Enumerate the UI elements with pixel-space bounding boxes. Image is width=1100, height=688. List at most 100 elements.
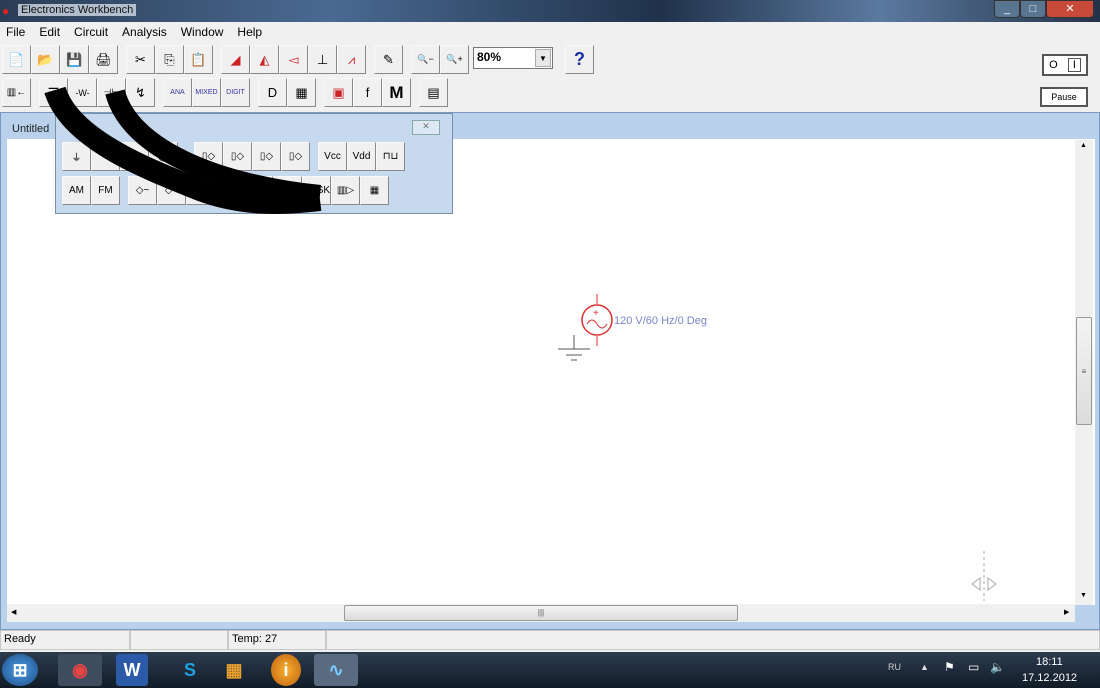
power-off-label: O — [1049, 59, 1058, 71]
menu-window[interactable]: Window — [181, 25, 224, 39]
part-fm-source[interactable]: FM — [91, 176, 120, 205]
part-clock[interactable]: ⊓⊔ — [376, 142, 405, 171]
copy-button[interactable]: ⎘ — [155, 45, 184, 74]
status-bar: Ready Temp: 27 — [0, 630, 1100, 652]
part-ac-current-source[interactable]: ◯ — [149, 142, 178, 171]
main-toolbar: 📄 📂 💾 🖨 ✂ ⎘ 📋 ◢ ◭ ◅ ⊥ ⩘ ✎ 🔍− 🔍+ 80% ▼ ? — [2, 45, 594, 75]
help-button[interactable]: ? — [565, 45, 594, 74]
chevron-down-icon[interactable]: ▼ — [535, 49, 551, 67]
taskbar-info[interactable]: i — [271, 654, 301, 686]
taskbar-skype[interactable]: S — [168, 654, 212, 686]
part-fm-vcosc[interactable]: ◇~ — [128, 176, 157, 205]
status-blank — [130, 630, 228, 650]
menu-analysis[interactable]: Analysis — [122, 25, 167, 39]
vertical-scrollbar[interactable]: ▲ ≡ ▼ — [1075, 140, 1093, 605]
controls-bin-button[interactable]: f — [353, 78, 382, 107]
save-button[interactable]: 💾 — [60, 45, 89, 74]
taskbar-electronics-workbench[interactable]: ∿ — [314, 654, 358, 686]
part-am-source[interactable]: AM — [62, 176, 91, 205]
cut-button[interactable]: ✂ — [126, 45, 155, 74]
power-on-label: I — [1067, 58, 1081, 72]
taskbar-chrome[interactable]: ◉ — [58, 654, 102, 686]
flip-vertical-button[interactable]: ◅ — [279, 45, 308, 74]
minimize-button[interactable]: _ — [994, 0, 1020, 18]
start-button[interactable]: ⊞ — [2, 654, 38, 686]
logic-gates-bin-button[interactable]: D — [258, 78, 287, 107]
scroll-up-arrow[interactable]: ▲ — [1080, 142, 1087, 149]
new-button[interactable]: 📄 — [2, 45, 31, 74]
maximize-button[interactable]: □ — [1020, 0, 1046, 18]
action-center-flag-icon[interactable]: ⚑ — [944, 660, 955, 674]
rotate-button[interactable]: ◢ — [221, 45, 250, 74]
menu-file[interactable]: File — [6, 25, 25, 39]
part-dc-current-source[interactable]: ◯ — [120, 142, 149, 171]
print-button[interactable]: 🖨 — [89, 45, 118, 74]
favorites-bin-button[interactable]: ▥← — [2, 78, 31, 107]
mixed-ics-bin-button[interactable]: MIXED — [192, 78, 221, 107]
part-vdd[interactable]: Vdd — [347, 142, 376, 171]
part-battery[interactable] — [91, 142, 120, 171]
volume-icon[interactable]: 🔈 — [990, 660, 1005, 674]
part-cccs[interactable]: ▯◇ — [281, 142, 310, 171]
part-vccs[interactable]: ▯◇ — [223, 142, 252, 171]
power-switch[interactable]: OI — [1042, 54, 1088, 76]
close-button[interactable]: ✕ — [1046, 0, 1094, 18]
indicators-bin-button[interactable]: ▣ — [324, 78, 353, 107]
basic-bin-button[interactable]: -W- — [68, 78, 97, 107]
digital-ics-bin-button[interactable]: DIGIT — [221, 78, 250, 107]
part-hidden-3[interactable] — [273, 176, 302, 205]
menu-bar: File Edit Circuit Analysis Window Help — [0, 22, 1100, 41]
taskbar-maps[interactable]: ▦ — [212, 654, 256, 686]
analog-ics-bin-button[interactable]: ANA — [163, 78, 192, 107]
scroll-right-arrow[interactable]: ▶ — [1064, 608, 1069, 616]
horizontal-scroll-thumb[interactable]: ||| — [344, 605, 738, 621]
part-vcvs[interactable]: ▯◇ — [194, 142, 223, 171]
part-nonlinear-source[interactable]: ▦ — [360, 176, 389, 205]
zoom-in-button[interactable]: 🔍+ — [440, 45, 469, 74]
pause-button[interactable]: Pause — [1040, 87, 1088, 107]
paste-button[interactable]: 📋 — [184, 45, 213, 74]
part-hidden-1[interactable] — [215, 176, 244, 205]
transistors-bin-button[interactable]: ↯ — [126, 78, 155, 107]
source-label: 120 V/60 Hz/0 Deg — [614, 315, 707, 327]
zoom-out-button[interactable]: 🔍− — [411, 45, 440, 74]
ground-icon[interactable] — [557, 335, 591, 365]
flip-horizontal-button[interactable]: ◭ — [250, 45, 279, 74]
subcircuit-button[interactable]: ⊥ — [308, 45, 337, 74]
open-button[interactable]: 📂 — [31, 45, 60, 74]
language-indicator[interactable]: RU — [888, 662, 901, 672]
parts-bin-close-button[interactable]: ✕ — [412, 120, 440, 135]
part-hidden-2[interactable] — [244, 176, 273, 205]
part-ccvs[interactable]: ▯◇ — [252, 142, 281, 171]
graph-button[interactable]: ⩘ — [337, 45, 366, 74]
sources-bin-button[interactable]: ☰ — [39, 78, 68, 107]
toolbar-area: 📄 📂 💾 🖨 ✂ ⎘ 📋 ◢ ◭ ◅ ⊥ ⩘ ✎ 🔍− 🔍+ 80% ▼ ? ▥… — [0, 41, 1100, 112]
scroll-down-arrow[interactable]: ▼ — [1080, 592, 1087, 599]
clock-time[interactable]: 18:11 — [1036, 656, 1063, 668]
sources-parts-bin: ✕ ⏚ ◯ ◯ ▯◇ ▯◇ ▯◇ ▯◇ Vcc Vdd ⊓⊔ AM FM ◇~ … — [55, 113, 453, 214]
clock-date[interactable]: 17.12.2012 — [1022, 672, 1077, 684]
horizontal-scrollbar[interactable]: ◀ ||| ▶ — [7, 604, 1075, 622]
zoom-select[interactable]: 80% ▼ — [473, 47, 553, 69]
network-icon[interactable]: ▭ — [968, 660, 979, 674]
menu-circuit[interactable]: Circuit — [74, 25, 108, 39]
vertical-scroll-thumb[interactable]: ≡ — [1076, 317, 1092, 425]
tray-arrow-icon[interactable]: ▲ — [920, 662, 929, 672]
component-properties-button[interactable]: ✎ — [374, 45, 403, 74]
part-triangle-vcosc[interactable]: ◇ — [186, 176, 215, 205]
menu-edit[interactable]: Edit — [39, 25, 60, 39]
part-polynomial-source[interactable]: ▥▷ — [331, 176, 360, 205]
miscellaneous-bin-button[interactable]: M — [382, 78, 411, 107]
digital-bin-button[interactable]: ▦ — [287, 78, 316, 107]
status-ready: Ready — [0, 630, 130, 650]
part-ground[interactable]: ⏚ — [62, 142, 91, 171]
taskbar-word[interactable]: W — [116, 654, 148, 686]
part-square-vcosc[interactable]: ◇~ — [157, 176, 186, 205]
menu-help[interactable]: Help — [237, 25, 262, 39]
parts-row-2: AM FM ◇~ ◇~ ◇ ◇FSK ▥▷ ▦ — [62, 176, 389, 205]
diodes-bin-button[interactable]: ⊣⊢ — [97, 78, 126, 107]
part-fsk-source[interactable]: ◇FSK — [302, 176, 331, 205]
part-vcc[interactable]: Vcc — [318, 142, 347, 171]
scroll-left-arrow[interactable]: ◀ — [11, 608, 16, 616]
instruments-bin-button[interactable]: ▤ — [419, 78, 448, 107]
